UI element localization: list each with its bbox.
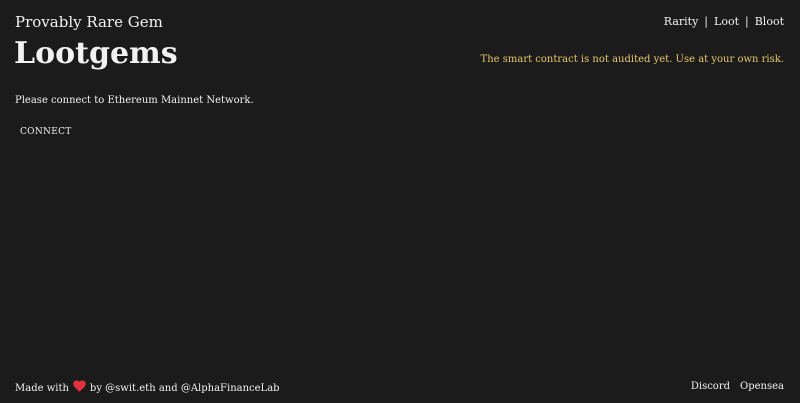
nav-link-loot[interactable]: Loot	[714, 14, 739, 30]
org-link[interactable]: @AlphaFinanceLab	[181, 382, 280, 396]
nav-separator: |	[704, 15, 709, 28]
page-subtitle: Provably Rare Gem	[15, 13, 163, 31]
footer-credits: Made with by @swit.eth and @AlphaFinance…	[15, 380, 280, 397]
heart-icon	[73, 380, 86, 397]
connect-message: Please connect to Ethereum Mainnet Netwo…	[15, 95, 254, 106]
by-text: by	[89, 382, 102, 394]
nav-separator: |	[745, 15, 749, 28]
connect-button[interactable]: CONNECT	[14, 123, 78, 141]
nav-link-bloot[interactable]: Bloot	[755, 14, 784, 30]
made-with-text: Made with	[15, 382, 69, 394]
and-text: and	[158, 382, 178, 394]
footer-links: Discord Opensea	[681, 380, 784, 394]
nav-link-rarity[interactable]: Rarity	[664, 14, 699, 30]
author-link[interactable]: @swit.eth	[105, 382, 155, 396]
page: Provably Rare Gem Lootgems Rarity | Loot…	[0, 0, 800, 403]
footer-link-discord[interactable]: Discord	[691, 380, 730, 394]
page-title: Lootgems	[14, 36, 178, 71]
top-nav: Rarity | Loot | Bloot	[664, 14, 784, 30]
audit-warning: The smart contract is not audited yet. U…	[480, 54, 784, 65]
footer-link-opensea[interactable]: Opensea	[740, 380, 784, 394]
